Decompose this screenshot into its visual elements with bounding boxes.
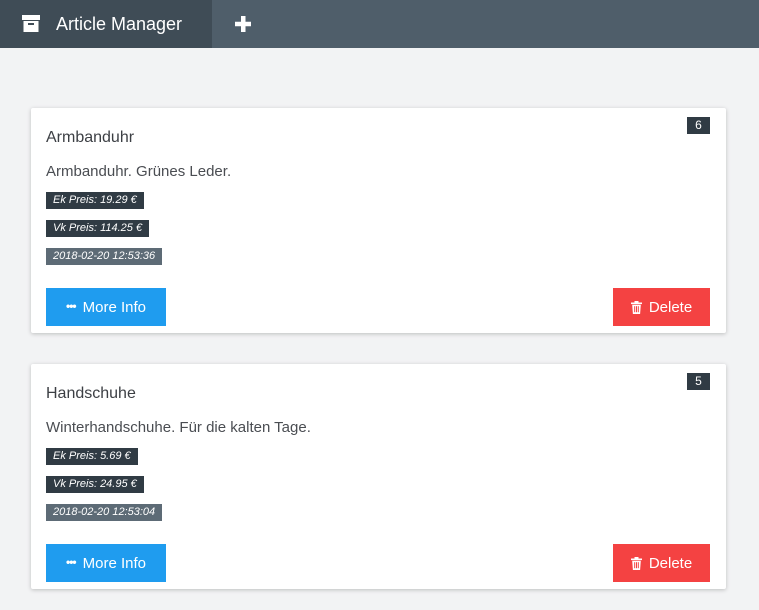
- sale-price-tag: Vk Preis: 24.95 €: [46, 476, 144, 493]
- more-info-button[interactable]: ••• More Info: [46, 544, 166, 582]
- delete-label: Delete: [648, 554, 693, 572]
- brand-tab[interactable]: Article Manager: [0, 0, 212, 48]
- archive-box-icon: [22, 15, 40, 32]
- timestamp-tag: 2018-02-20 12:53:36: [46, 248, 163, 265]
- article-description: Winterhandschuhe. Für die kalten Tage.: [46, 419, 311, 436]
- article-description: Armbanduhr. Grünes Leder.: [46, 163, 232, 180]
- purchase-price-tag: Ek Preis: 5.69 €: [46, 448, 138, 465]
- timestamp-tag: 2018-02-20 12:53:04: [46, 504, 163, 521]
- more-info-label: More Info: [82, 298, 146, 316]
- article-id-badge: 6: [687, 117, 710, 134]
- top-navbar: Article Manager: [0, 0, 759, 48]
- more-info-label: More Info: [82, 554, 146, 572]
- ellipsis-icon: •••: [66, 299, 77, 313]
- article-name: Armbanduhr: [46, 129, 135, 146]
- sale-price-tag: Vk Preis: 114.25 €: [46, 220, 150, 237]
- delete-label: Delete: [648, 298, 693, 316]
- trash-icon: [630, 300, 642, 314]
- plus-icon: [232, 16, 254, 39]
- article-card: Handschuhe 5 Winterhandschuhe. Für die k…: [31, 364, 726, 589]
- add-article-button[interactable]: [232, 13, 254, 35]
- article-id-badge: 5: [687, 373, 710, 390]
- article-card: Armbanduhr 6 Armbanduhr. Grünes Leder. E…: [31, 108, 726, 333]
- article-name: Handschuhe: [46, 385, 136, 402]
- delete-button[interactable]: Delete: [613, 544, 710, 582]
- more-info-button[interactable]: ••• More Info: [46, 288, 166, 326]
- purchase-price-tag: Ek Preis: 19.29 €: [46, 192, 144, 209]
- delete-button[interactable]: Delete: [613, 288, 710, 326]
- ellipsis-icon: •••: [66, 555, 77, 569]
- trash-icon: [630, 556, 642, 570]
- app-title: Article Manager: [56, 14, 183, 34]
